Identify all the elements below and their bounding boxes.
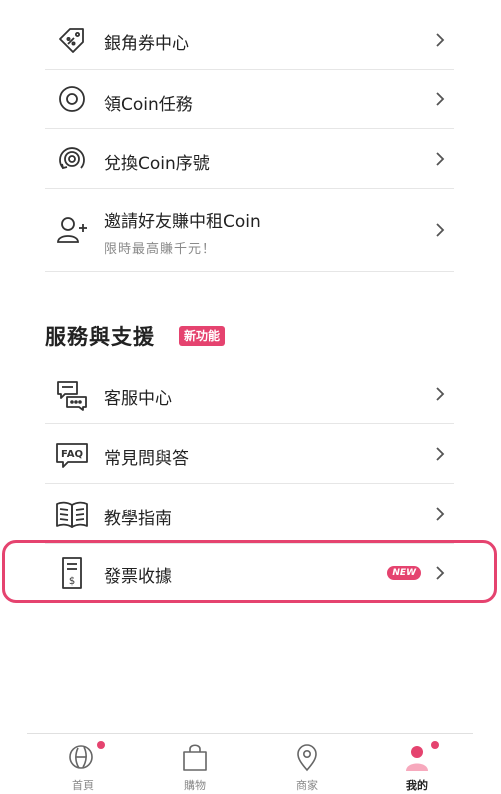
book-icon — [55, 497, 89, 531]
chevron-right-icon — [434, 150, 446, 168]
menu-item-customer-service[interactable]: 客服中心 — [45, 364, 454, 424]
home-logo-icon — [67, 742, 99, 772]
menu-item-subtitle: 限時最高賺千元！ — [104, 242, 217, 257]
menu-item-coupon-center[interactable]: 銀角券中心 — [45, 11, 454, 70]
chevron-right-icon — [434, 385, 446, 403]
menu-item-label: 銀角券中心 — [104, 34, 189, 54]
notification-dot — [431, 741, 439, 749]
menu-item-coin-redeem[interactable]: 兌換Coin序號 — [45, 129, 454, 189]
tab-label: 商家 — [296, 779, 318, 792]
shopping-bag-icon — [179, 742, 211, 772]
highlight-outline — [2, 540, 497, 603]
section-title: 服務與支援 — [45, 325, 155, 349]
menu-item-label: 領Coin任務 — [104, 95, 193, 115]
chat-bubbles-icon — [55, 377, 89, 411]
tab-home[interactable]: 首頁 — [53, 740, 113, 794]
tab-label: 首頁 — [72, 779, 94, 792]
faq-icon-text: FAQ — [61, 449, 83, 460]
tab-my-account[interactable]: 我的 — [387, 740, 447, 794]
chevron-right-icon — [434, 221, 446, 239]
map-pin-icon — [291, 742, 323, 772]
chevron-right-icon — [434, 445, 446, 463]
menu-item-faq[interactable]: FAQ 常見問與答 — [45, 424, 454, 484]
new-feature-badge: 新功能 — [179, 326, 226, 346]
menu-item-label: 教學指南 — [104, 509, 172, 529]
menu-item-tutorial[interactable]: 教學指南 — [45, 484, 454, 544]
chevron-right-icon — [434, 31, 446, 49]
tab-merchants[interactable]: 商家 — [277, 740, 337, 794]
menu-item-label: 常見問與答 — [104, 449, 189, 469]
notification-dot — [97, 741, 105, 749]
coupon-tag-icon — [55, 23, 89, 57]
coin-icon — [55, 82, 89, 116]
tab-shopping[interactable]: 購物 — [165, 740, 225, 794]
menu-item-label: 兌換Coin序號 — [104, 154, 210, 174]
menu-item-label: 邀請好友賺中租Coin — [104, 212, 261, 232]
user-icon — [401, 742, 433, 772]
faq-icon: FAQ — [55, 437, 89, 471]
menu-item-coin-tasks[interactable]: 領Coin任務 — [45, 70, 454, 129]
chevron-right-icon — [434, 505, 446, 523]
menu-item-label: 客服中心 — [104, 389, 172, 409]
invite-user-icon — [55, 213, 89, 247]
tab-label: 我的 — [406, 779, 428, 792]
chevron-right-icon — [434, 90, 446, 108]
menu-item-invite-friends[interactable]: 邀請好友賺中租Coin 限時最高賺千元！ — [45, 189, 454, 272]
bottom-tab-bar: 首頁 購物 商家 我的 — [27, 733, 473, 794]
coin-exchange-icon — [55, 142, 89, 176]
tab-label: 購物 — [184, 779, 206, 792]
